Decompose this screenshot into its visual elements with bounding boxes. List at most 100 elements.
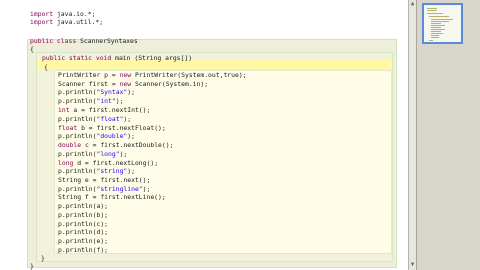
code-line[interactable]: p.println(e); [58, 237, 108, 245]
code-token: c = first.nextDouble(); [81, 141, 174, 149]
code-token: p.println( [58, 88, 97, 96]
code-token: true); [223, 71, 247, 79]
code-token: p.println(b); [58, 211, 109, 219]
code-line[interactable]: p.println("int"); [58, 97, 123, 105]
thumbnail-line [427, 13, 443, 14]
close-brace-line[interactable]: } [30, 262, 34, 270]
code-token: ); [127, 132, 135, 140]
editor-right-gutter: ▲ ▼ [408, 0, 416, 270]
code-token: } [30, 262, 34, 270]
code-line[interactable]: p.println(d); [58, 228, 108, 236]
code-token: p.println(f); [58, 246, 109, 254]
thumbnail-line [431, 35, 439, 36]
overview-thumbnail[interactable] [422, 3, 463, 44]
code-token: p.println( [58, 167, 97, 175]
thumbnail-line [431, 19, 453, 20]
code-line[interactable]: p.println("long"); [58, 150, 127, 158]
keyword-token: double [58, 141, 82, 149]
open-brace-line[interactable]: { [30, 45, 34, 53]
code-token: ); [127, 88, 135, 96]
code-line[interactable]: Scanner first = new Scanner(System.in); [58, 80, 208, 88]
code-line[interactable]: p.println("stringline"); [58, 185, 150, 193]
code-line[interactable]: long d = first.nextLong(); [58, 159, 158, 167]
string-token: "double" [96, 132, 128, 140]
import-line[interactable]: import java.io.*; [30, 10, 95, 18]
keyword-token: new [119, 71, 132, 79]
thumbnail-line [427, 8, 437, 9]
code-token: ); [127, 167, 135, 175]
code-editor[interactable]: import java.io.*; import java.util.*; publ… [0, 0, 408, 270]
code-token: a = first.nextInt(); [69, 106, 151, 114]
code-line[interactable]: double c = first.nextDouble(); [58, 141, 173, 149]
close-brace-line[interactable]: } [41, 254, 45, 262]
keyword-token: long [58, 159, 74, 167]
code-line[interactable]: p.println("float"); [58, 115, 131, 123]
string-token: "stringline" [96, 185, 143, 193]
code-line[interactable]: p.println("double"); [58, 132, 135, 140]
keyword-token: public static void [42, 54, 112, 62]
code-token: String f = first.nextLine(); [58, 193, 166, 201]
scroll-up-icon[interactable]: ▲ [410, 1, 415, 7]
string-token: "long" [96, 150, 120, 158]
method-declaration-line[interactable]: public static void main (String args[]) [42, 54, 192, 62]
code-token: Scanner(System.in); [131, 80, 209, 88]
code-token: main (String args[]) [111, 54, 193, 62]
code-line[interactable]: String f = first.nextLine(); [58, 193, 166, 201]
code-token: p.println( [58, 115, 97, 123]
code-token: java.util.*; [53, 18, 104, 26]
string-token: "string" [96, 167, 128, 175]
code-token: { [44, 63, 48, 71]
code-line[interactable]: float b = first.nextFloat(); [58, 124, 166, 132]
thumbnail-line [431, 23, 441, 24]
code-line[interactable]: String e = first.next(); [58, 176, 150, 184]
code-token: ); [119, 150, 128, 158]
thumbnail-line [431, 21, 449, 22]
import-line[interactable]: import java.util.*; [30, 18, 103, 26]
code-token: p.println(a); [58, 202, 109, 210]
class-declaration-line[interactable]: public class ScannerSyntaxes [30, 37, 138, 45]
line-gutter [0, 0, 17, 270]
code-token: ScannerSyntaxes [76, 37, 138, 45]
keyword-token: new [119, 80, 132, 88]
code-line[interactable]: p.println(c); [58, 220, 108, 228]
ide-window: import java.io.*; import java.util.*; publ… [0, 0, 480, 270]
code-line[interactable]: p.println(a); [58, 202, 108, 210]
keyword-token: int [58, 106, 70, 114]
code-token: PrintWriter(System.out, [131, 71, 224, 79]
code-token: } [41, 254, 45, 262]
scroll-down-icon[interactable]: ▼ [410, 262, 415, 268]
keyword-token: float [58, 124, 78, 132]
code-token: p.println(e); [58, 237, 109, 245]
thumbnail-line [429, 40, 433, 41]
string-token: "float" [96, 115, 124, 123]
code-line[interactable]: p.println(b); [58, 211, 108, 219]
open-brace-line[interactable]: { [44, 63, 48, 71]
string-token: "int" [96, 97, 116, 105]
thumbnail-line [431, 29, 445, 30]
code-token: String e = first.next(); [58, 176, 151, 184]
keyword-token: public class [30, 37, 77, 45]
thumbnail-line [429, 16, 449, 17]
code-token: p.println(c); [58, 220, 109, 228]
code-token: p.println( [58, 150, 97, 158]
side-panel [416, 0, 480, 270]
code-token: p.println( [58, 97, 97, 105]
thumbnail-line [431, 31, 441, 32]
code-token: ); [115, 97, 124, 105]
code-token: java.io.*; [53, 10, 96, 18]
code-line[interactable]: int a = first.nextInt(); [58, 106, 150, 114]
code-token: p.println( [58, 185, 97, 193]
thumbnail-line [431, 37, 439, 38]
thumbnail-line [431, 33, 443, 34]
code-line[interactable]: p.println(f); [58, 246, 108, 254]
code-line[interactable]: p.println("Syntax"); [58, 88, 135, 96]
thumbnail-line [431, 25, 445, 26]
code-token: ); [142, 185, 151, 193]
code-token: p.println(d); [58, 228, 109, 236]
keyword-token: import [30, 18, 54, 26]
code-line[interactable]: PrintWriter p = new PrintWriter(System.o… [58, 71, 247, 79]
code-token: b = first.nextFloat(); [77, 124, 166, 132]
string-token: "Syntax" [96, 88, 128, 96]
code-line[interactable]: p.println("string"); [58, 167, 135, 175]
code-token: d = first.nextLong(); [73, 159, 159, 167]
